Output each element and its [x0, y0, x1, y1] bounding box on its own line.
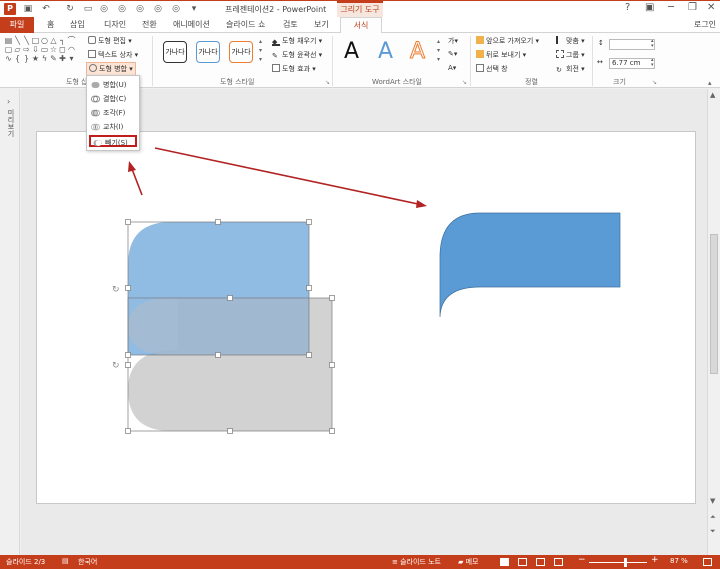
comment-icon: ▰ [458, 558, 466, 566]
menu-item-intersect[interactable]: 교차(I) [89, 121, 137, 133]
zoom-slider-track[interactable] [589, 562, 647, 563]
language-indicator[interactable]: 한국어 [78, 557, 97, 567]
menu-item-subtract[interactable]: 빼기(S) [89, 135, 137, 147]
rotate-handle-icon[interactable]: ↻ [112, 285, 120, 295]
notes-icon: ≡ [392, 558, 401, 566]
zoom-slider-thumb[interactable] [624, 558, 627, 567]
intersect-icon [91, 123, 100, 131]
reading-view-icon[interactable] [536, 558, 545, 566]
slide-counter: 슬라이드 2/3 [6, 558, 46, 566]
zoom-out-button[interactable]: − [578, 555, 586, 565]
fit-slide-icon[interactable] [703, 558, 712, 566]
normal-view-icon[interactable] [500, 558, 509, 566]
combine-icon [91, 95, 100, 103]
slide-sorter-view-icon[interactable] [518, 558, 527, 566]
fragment-icon [91, 109, 100, 117]
zoom-in-button[interactable]: + [651, 555, 659, 565]
spell-check-icon[interactable]: ▤ [62, 557, 69, 565]
menu-item-fragment[interactable]: 조각(F) [89, 107, 137, 119]
comments-button[interactable]: ▰ 메모 [458, 557, 479, 567]
zoom-level[interactable]: 87 % [670, 557, 688, 565]
merge-shapes-menu: 병합(U) 결합(C) 조각(F) 교차(I) 빼기(S) [86, 75, 140, 151]
rotate-handle-icon[interactable]: ↻ [112, 361, 120, 371]
subtract-icon [93, 139, 102, 147]
overlap-region [128, 298, 309, 355]
menu-item-union[interactable]: 병합(U) [89, 79, 137, 91]
menu-item-combine[interactable]: 결합(C) [89, 93, 137, 105]
annotation-arrows [128, 147, 427, 208]
slideshow-view-icon[interactable] [554, 558, 563, 566]
notes-button[interactable]: ≡ 슬라이드 노트 [392, 557, 441, 567]
status-bar: 슬라이드 2/3 ▤ 한국어 ≡ 슬라이드 노트 ▰ 메모 − + 87 % [0, 555, 720, 569]
result-subtracted-shape[interactable] [439, 212, 621, 318]
union-icon [91, 82, 100, 88]
